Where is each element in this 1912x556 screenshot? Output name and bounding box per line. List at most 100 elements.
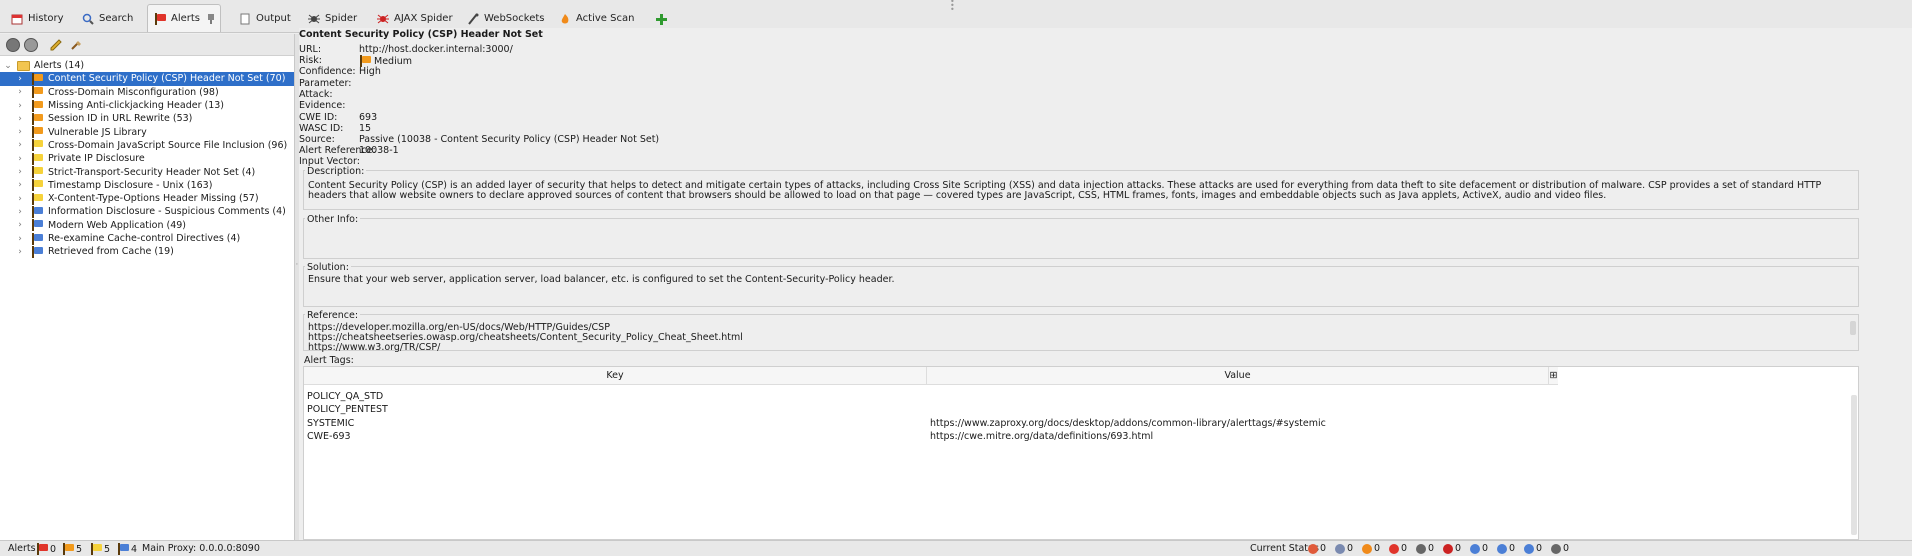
tree-alert-item[interactable]: › Strict-Transport-Security Header Not Se… [0,165,294,179]
chevron-right-icon[interactable]: › [15,207,25,217]
tree-alert-item[interactable]: › Session ID in URL Rewrite (53) [0,112,294,125]
detail-field-key: Source: [299,134,335,145]
tag-row[interactable]: CWE-693 https://cwe.mitre.org/data/defini… [304,431,1849,444]
chevron-right-icon[interactable]: › [15,114,25,124]
status-count-item: 0 [1443,543,1461,554]
risk-flag-icon [31,245,43,258]
tree-alert-item[interactable]: › Retrieved from Cache (19) [0,245,294,258]
risk-flag-icon [31,126,43,139]
tag-row[interactable]: SYSTEMIC https://www.zaproxy.org/docs/des… [304,418,1849,431]
chevron-right-icon[interactable]: › [15,101,25,111]
status-count: 0 [1563,543,1570,554]
tab-spider-label: Spider [325,13,358,24]
tree-alert-item[interactable]: › Vulnerable JS Library [0,125,294,139]
tags-value-header[interactable]: Value [927,367,1549,385]
tree-alert-item[interactable]: › Content Security Policy (CSP) Header No… [0,72,294,86]
tree-alert-item[interactable]: › Re-examine Cache-control Directives (4) [0,232,294,245]
risk-flag-icon [31,192,43,205]
pin-icon[interactable] [205,13,217,25]
tree-alert-item[interactable]: › Cross-Domain JavaScript Source File Inc… [0,139,294,152]
reference-link[interactable]: https://www.w3.org/TR/CSP/ [308,343,1854,353]
status-medium: 5 [62,543,82,555]
detail-field-key: CWE ID: [299,112,338,123]
scan-circle-icon[interactable] [6,37,20,52]
tab-history[interactable]: History [4,4,71,32]
chevron-right-icon[interactable]: › [15,220,25,230]
detail-field-value: Passive (10038 - Content Security Policy… [359,134,659,145]
tab-search[interactable]: Search [75,4,140,32]
status-count-item: 0 [1470,543,1488,554]
tag-row[interactable]: POLICY_QA_STD [304,391,1849,404]
ajax-spider-icon [377,13,389,25]
tree-alert-item[interactable]: › Information Disclosure - Suspicious Com… [0,205,294,218]
status-count-item: 0 [1497,543,1515,554]
chevron-down-icon[interactable]: ⌄ [3,61,13,71]
reference-link[interactable]: https://cheatsheetseries.owasp.org/cheat… [308,333,1854,343]
spider-status-icon [1308,543,1318,554]
chevron-right-icon[interactable]: › [15,87,25,97]
tag-row[interactable]: POLICY_PENTEST [304,404,1849,417]
drag-grip[interactable]: • • • [950,0,964,14]
chevron-right-icon[interactable]: › [15,194,25,204]
status-low: 5 [90,543,110,555]
tab-output[interactable]: Output [232,4,298,32]
high-flag-icon [36,543,48,555]
tab-output-label: Output [256,13,291,24]
chevron-right-icon[interactable]: › [15,180,25,190]
tree-alert-label: Vulnerable JS Library [48,126,147,138]
tree-alert-item[interactable]: › Timestamp Disclosure - Unix (163) [0,179,294,192]
detail-field-value: 10038-1 [359,145,399,156]
risk-flag-icon [31,72,43,85]
chevron-right-icon[interactable]: › [15,247,25,257]
main-proxy: Main Proxy: 0.0.0.0:8090 [142,543,260,554]
chevron-right-icon[interactable]: › [15,127,25,137]
tree-alert-item[interactable]: › X-Content-Type-Options Header Missing (… [0,192,294,205]
tree-alert-item[interactable]: › Private IP Disclosure [0,152,294,165]
folder-icon [17,60,30,71]
proxy-status-icon [1335,543,1345,554]
detail-field-key: Parameter: [299,78,352,89]
tab-search-label: Search [99,13,134,24]
chevron-right-icon[interactable]: › [15,140,25,150]
tag-key: POLICY_PENTEST [307,404,388,416]
status-count: 0 [1401,543,1408,554]
tree-alert-label: Private IP Disclosure [48,153,145,165]
chevron-right-icon[interactable]: › [15,74,25,84]
column-control-icon[interactable]: ⊞ [1549,367,1558,385]
alert-tags-table: Key Value ⊞ POLICY_QA_STD POLICY_PENTEST S… [303,366,1859,540]
risk-flag-icon [31,205,43,218]
detail-field-value: http://host.docker.internal:3000/ [359,44,513,55]
reference-scrollbar[interactable] [1850,321,1856,335]
tab-alerts-label: Alerts [171,13,201,24]
chevron-right-icon[interactable]: › [15,167,25,177]
risk-flag-icon [31,112,43,125]
error-status-icon [1389,543,1399,554]
chevron-right-icon[interactable]: › [15,154,25,164]
tab-alerts[interactable]: Alerts [147,4,221,32]
detail-field-value: High [359,66,381,77]
broom-icon[interactable] [68,38,84,52]
websockets-icon [467,12,479,25]
status-count-item: 0 [1551,543,1569,554]
tree-alert-item[interactable]: › Missing Anti-clickjacking Header (13) [0,99,294,112]
medium-count: 5 [76,543,83,555]
detail-field-value-text: Passive (10038 - Content Security Policy… [359,134,660,145]
tree-root[interactable]: ⌄ Alerts (14) [0,59,294,72]
status-alerts: Alerts [8,543,36,554]
tree-alert-item[interactable]: › Modern Web Application (49) [0,219,294,232]
tags-scrollbar[interactable] [1851,395,1857,535]
other-info-label: Other Info: [305,214,361,225]
breakpoint-status-icon [1524,543,1534,554]
edit-pencil-icon[interactable] [48,38,64,52]
risk-flag-icon [31,219,43,232]
websocket-status-icon [1497,543,1507,554]
high-count: 0 [50,543,57,555]
tags-key-header[interactable]: Key [304,367,927,385]
tree-alert-label: Re-examine Cache-control Directives (4) [48,233,241,244]
chevron-right-icon[interactable]: › [15,234,25,244]
tree-alert-label: Information Disclosure - Suspicious Comm… [48,206,286,218]
scan-circle-alt-icon[interactable] [24,37,38,52]
low-count: 5 [104,543,111,555]
tree-alert-item[interactable]: › Cross-Domain Misconfiguration (98) [0,86,294,99]
tree-alert-label: Modern Web Application (49) [48,219,186,231]
